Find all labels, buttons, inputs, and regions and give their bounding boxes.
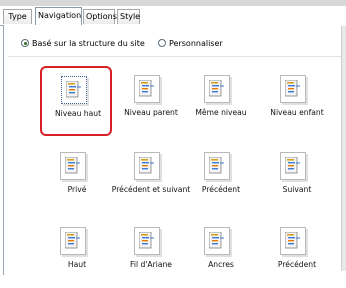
up-icon xyxy=(60,227,86,255)
section-divider xyxy=(8,56,341,57)
top-strip xyxy=(0,0,346,6)
tab-style[interactable]: Style xyxy=(117,9,140,24)
next-icon xyxy=(280,152,306,180)
nav-option-6[interactable]: Précédent xyxy=(184,143,256,213)
private-icon xyxy=(60,152,86,180)
top-level-icon xyxy=(61,76,87,104)
nav-option-10[interactable]: Ancres xyxy=(184,218,256,288)
radio-selected-icon[interactable] xyxy=(21,39,29,47)
nav-option-5[interactable]: Précédent et suivant xyxy=(112,143,190,213)
previous-icon xyxy=(204,152,230,180)
nav-option-0[interactable]: Niveau haut xyxy=(40,66,112,136)
anchors-icon xyxy=(204,227,230,255)
nav-option-label: Niveau enfant xyxy=(270,108,324,117)
nav-option-8[interactable]: Haut xyxy=(40,218,112,288)
same-level-icon xyxy=(204,75,230,103)
nav-option-4[interactable]: Privé xyxy=(40,143,112,213)
child-level-icon xyxy=(280,75,306,103)
tab-type[interactable]: Type xyxy=(3,9,32,24)
radio-unselected-icon[interactable] xyxy=(158,39,166,47)
parent-level-icon xyxy=(134,75,160,103)
nav-option-1[interactable]: Niveau parent xyxy=(114,66,186,136)
nav-option-7[interactable]: Suivant xyxy=(260,143,332,213)
tab-navigation[interactable]: Navigation xyxy=(35,7,82,25)
nav-option-11[interactable]: Précédent xyxy=(260,218,332,288)
radio-custom-label: Personnaliser xyxy=(169,38,223,48)
previous-alt-icon xyxy=(280,227,306,255)
radio-site-structure[interactable]: Basé sur la structure du site xyxy=(21,37,145,49)
nav-option-label: Précédent xyxy=(277,260,317,269)
nav-option-3[interactable]: Niveau enfant xyxy=(260,66,332,136)
nav-option-2[interactable]: Même niveau xyxy=(184,66,256,136)
tab-options[interactable]: Options xyxy=(83,9,117,24)
nav-option-label: Suivant xyxy=(282,185,312,194)
radio-site-structure-label: Basé sur la structure du site xyxy=(32,38,145,48)
vertical-scrollbar[interactable] xyxy=(341,26,346,271)
breadcrumb-icon xyxy=(134,227,160,255)
nav-option-9[interactable]: Fil d'Ariane xyxy=(114,218,186,288)
radio-custom[interactable]: Personnaliser xyxy=(158,37,223,49)
prev-next-icon xyxy=(134,152,160,180)
